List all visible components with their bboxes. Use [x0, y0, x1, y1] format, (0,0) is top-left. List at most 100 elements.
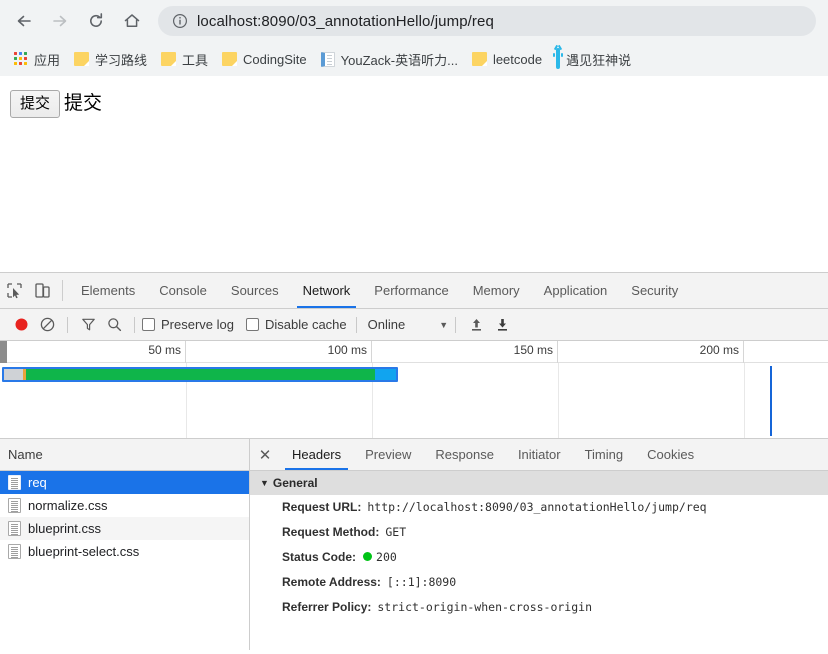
network-throttle-select[interactable]: Online ▼ [364, 317, 449, 332]
header-value: [::1]:8090 [386, 575, 457, 589]
tab-memory[interactable]: Memory [461, 273, 532, 308]
bookmark-folder-study-path[interactable]: 学习路线 [68, 46, 153, 72]
preserve-log-checkbox[interactable]: Preserve log [142, 317, 234, 332]
request-name: blueprint.css [28, 521, 101, 536]
checkbox-box [245, 318, 259, 331]
throttle-value: Online [367, 317, 406, 332]
table-row[interactable]: blueprint-select.css [0, 540, 249, 563]
table-row[interactable]: normalize.css [0, 494, 249, 517]
back-button[interactable] [8, 5, 40, 37]
document-icon [8, 498, 21, 513]
tab-label: Sources [230, 283, 279, 298]
tab-label: Elements [81, 283, 136, 298]
detail-tab-initiator[interactable]: Initiator [506, 439, 573, 470]
table-row[interactable]: blueprint.css [0, 517, 249, 540]
device-toolbar-icon [34, 283, 50, 298]
bookmark-apps[interactable]: 应用 [8, 46, 66, 72]
tab-application[interactable]: Application [532, 273, 620, 308]
reload-button[interactable] [80, 5, 112, 37]
apps-grid-icon [14, 52, 28, 66]
toolbar-divider [62, 280, 63, 301]
export-har-button[interactable] [489, 312, 515, 338]
tab-sources[interactable]: Sources [219, 273, 291, 308]
header-value: GET [385, 525, 407, 539]
tab-label: Response [435, 447, 494, 462]
bookmark-label: 学习路线 [95, 52, 148, 68]
triangle-down-icon: ▼ [260, 478, 269, 488]
bookmark-label: leetcode [492, 51, 543, 67]
bookmark-label: YouZack-英语听力... [340, 52, 458, 68]
tab-label: Console [159, 283, 207, 298]
ruler-tick: 200 ms [558, 341, 744, 363]
bookmark-folder-codingsite[interactable]: CodingSite [216, 46, 313, 72]
general-section-header[interactable]: ▼ General [250, 471, 828, 495]
address-bar-url: localhost:8090/03_annotationHello/jump/r… [197, 12, 494, 30]
inspect-element-button[interactable] [0, 273, 28, 308]
detail-tab-cookies[interactable]: Cookies [635, 439, 706, 470]
filter-button[interactable] [75, 312, 101, 338]
submit-button[interactable]: 提交 [10, 90, 61, 118]
timeline-ruler: 50 ms 100 ms 150 ms 200 ms [0, 341, 828, 363]
header-key: Request URL: [282, 500, 362, 514]
toolbar-divider [134, 316, 135, 333]
search-button[interactable] [101, 312, 127, 338]
bookmark-youzack[interactable]: YouZack-英语听力... [315, 46, 464, 72]
tab-label: Memory [472, 283, 520, 298]
filter-funnel-icon [81, 318, 95, 331]
address-bar[interactable]: localhost:8090/03_annotationHello/jump/r… [158, 6, 816, 36]
request-name: normalize.css [28, 498, 108, 513]
tab-label: Initiator [517, 447, 561, 462]
detail-tab-headers[interactable]: Headers [280, 439, 353, 470]
status-indicator-icon [363, 552, 373, 561]
record-button-icon [15, 318, 27, 331]
bar-segment-download [375, 369, 396, 380]
network-toolbar: Preserve log Disable cache Online ▼ [0, 309, 828, 341]
network-overview[interactable]: 50 ms 100 ms 150 ms 200 ms [0, 341, 828, 439]
tab-label: Security [631, 283, 679, 298]
page-info-icon[interactable] [172, 13, 188, 29]
tab-label: Headers [292, 447, 342, 462]
bookmark-yujiankuangshenshuo[interactable]: 遇见狂神说 [550, 44, 637, 72]
bookmark-label: 工具 [182, 52, 209, 68]
browser-toolbar: localhost:8090/03_annotationHello/jump/r… [0, 0, 828, 42]
close-detail-button[interactable]: ✕ [250, 439, 280, 470]
clear-button[interactable] [34, 312, 60, 338]
header-key: Referrer Policy: [282, 600, 372, 614]
bookmark-folder-tools[interactable]: 工具 [155, 46, 214, 72]
toolbar-divider [455, 316, 457, 333]
devtools-panel: Elements Console Sources Network Perform… [0, 272, 828, 650]
document-icon [8, 521, 21, 536]
folder-icon [74, 52, 90, 66]
record-button[interactable] [8, 312, 34, 338]
bookmark-folder-leetcode[interactable]: leetcode [466, 46, 548, 72]
general-rows: Request URL: http://localhost:8090/03_an… [250, 495, 828, 620]
tab-elements[interactable]: Elements [69, 273, 147, 308]
toolbar-divider [67, 316, 68, 333]
export-har-icon [497, 319, 507, 331]
table-row[interactable]: req [0, 471, 249, 494]
tab-console[interactable]: Console [147, 273, 219, 308]
request-detail-pane: ✕ Headers Preview Response Initiator Tim… [250, 439, 828, 650]
detail-tab-preview[interactable]: Preview [353, 439, 423, 470]
tab-label: Network [302, 283, 351, 298]
document-icon [8, 475, 21, 490]
home-button[interactable] [116, 5, 148, 37]
tab-security[interactable]: Security [619, 273, 690, 308]
header-value: 200 [376, 550, 397, 564]
browser-chrome: localhost:8090/03_annotationHello/jump/r… [0, 0, 828, 76]
bookmark-label: 遇见狂神说 [566, 52, 632, 68]
arrow-right-icon [53, 15, 67, 27]
tab-network[interactable]: Network [291, 273, 363, 308]
bookmark-label: CodingSite [243, 51, 307, 67]
request-list-column-header[interactable]: Name [0, 439, 249, 471]
disable-cache-checkbox[interactable]: Disable cache [245, 317, 347, 332]
page-viewport: 提交 提交 [0, 76, 828, 272]
search-icon [107, 318, 121, 332]
device-toolbar-button[interactable] [28, 273, 56, 308]
import-har-button[interactable] [463, 312, 489, 338]
tab-performance[interactable]: Performance [362, 273, 460, 308]
detail-tab-response[interactable]: Response [423, 439, 506, 470]
forward-button[interactable] [44, 5, 76, 37]
detail-tab-timing[interactable]: Timing [573, 439, 636, 470]
tab-label: Cookies [647, 447, 695, 462]
